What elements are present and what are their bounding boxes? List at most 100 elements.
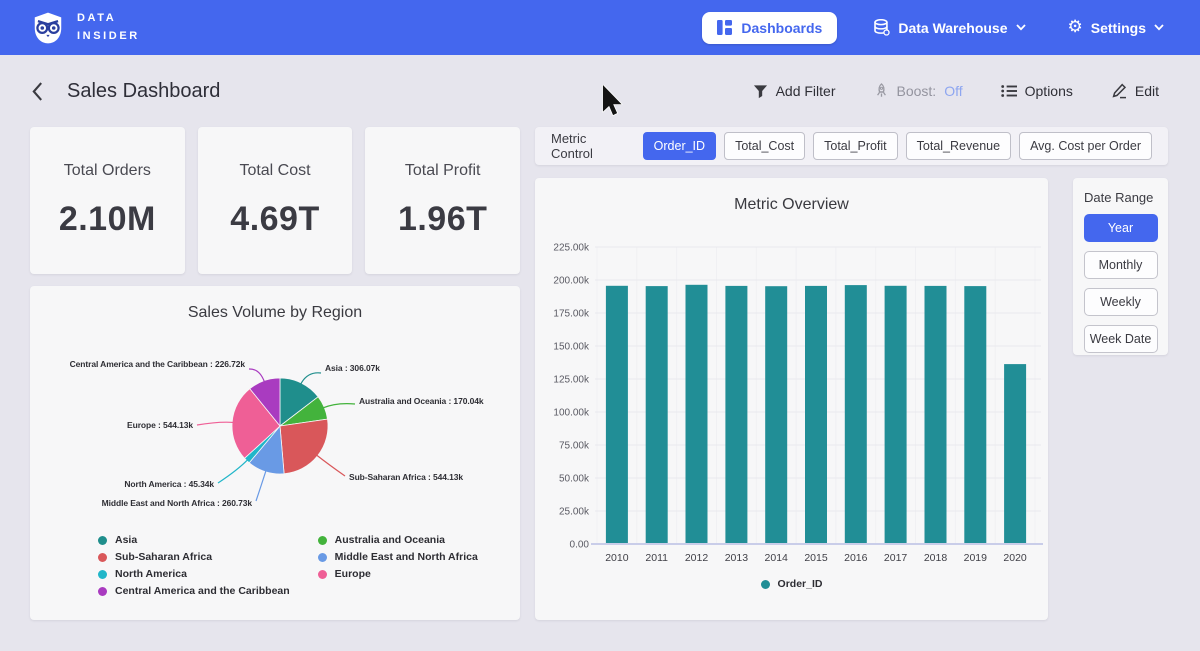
legend-item-asia[interactable]: Asia bbox=[98, 534, 290, 546]
legend-item-middle-east-and-north-africa[interactable]: Middle East and North Africa bbox=[318, 551, 478, 563]
pencil-icon bbox=[1111, 83, 1127, 99]
metric-control-bar: Metric Control Order_IDTotal_CostTotal_P… bbox=[535, 127, 1168, 165]
pie-legend-column: Australia and Oceania Middle East and Nor… bbox=[318, 534, 478, 602]
date-option-weekly[interactable]: Weekly bbox=[1084, 288, 1158, 316]
chevron-left-icon bbox=[32, 82, 43, 101]
pie-callout-line bbox=[322, 404, 355, 408]
legend-dot bbox=[98, 536, 107, 545]
x-tick-label: 2018 bbox=[924, 552, 948, 564]
rocket-icon bbox=[874, 83, 889, 99]
navbar: DATA INSIDER Dashboards D bbox=[0, 0, 1200, 55]
bar-chart-title: Metric Overview bbox=[535, 196, 1048, 214]
metric-option-total-revenue[interactable]: Total_Revenue bbox=[906, 132, 1011, 160]
legend-item-europe[interactable]: Europe bbox=[318, 568, 478, 580]
navbar-menu: Dashboards Data Warehouse ⚙ Settings bbox=[702, 12, 1170, 44]
bar-2016[interactable] bbox=[845, 285, 867, 544]
kpi-label: Total Profit bbox=[405, 162, 481, 180]
bar-2011[interactable] bbox=[646, 286, 668, 544]
legend-dot bbox=[98, 587, 107, 596]
bar-2012[interactable] bbox=[686, 285, 708, 544]
kpi-label: Total Orders bbox=[64, 162, 151, 180]
legend-item-north-america[interactable]: North America bbox=[98, 568, 290, 580]
chevron-down-icon bbox=[1016, 24, 1026, 31]
metric-option-total-profit[interactable]: Total_Profit bbox=[813, 132, 898, 160]
metric-option-order-id[interactable]: Order_ID bbox=[643, 132, 716, 160]
pie-callout-label: Sub-Saharan Africa : 544.13k bbox=[349, 472, 463, 482]
date-range-label: Date Range bbox=[1084, 190, 1168, 205]
legend-item-australia-and-oceania[interactable]: Australia and Oceania bbox=[318, 534, 478, 546]
nav-data-warehouse-button[interactable]: Data Warehouse bbox=[867, 18, 1031, 37]
header-actions: Add Filter Boost: Off Options bbox=[747, 82, 1165, 100]
bar-2017[interactable] bbox=[885, 286, 907, 544]
add-filter-button[interactable]: Add Filter bbox=[747, 82, 842, 100]
y-tick-label: 75.00k bbox=[559, 441, 590, 452]
bar-2015[interactable] bbox=[805, 286, 827, 544]
y-tick-label: 125.00k bbox=[553, 375, 590, 386]
pie-chart-card: Sales Volume by Region Asia : 306.07kAus… bbox=[30, 286, 520, 620]
kpi-card-total-orders: Total Orders 2.10M bbox=[30, 127, 185, 274]
kpi-label: Total Cost bbox=[239, 162, 310, 180]
x-tick-label: 2015 bbox=[804, 552, 828, 564]
date-option-monthly[interactable]: Monthly bbox=[1084, 251, 1158, 279]
nav-data-warehouse-label: Data Warehouse bbox=[898, 20, 1007, 36]
legend-item-order-id[interactable]: Order_ID bbox=[761, 578, 823, 590]
list-options-icon bbox=[1001, 84, 1017, 98]
y-tick-label: 100.00k bbox=[553, 408, 590, 419]
pie-slice-sub-saharan-africa[interactable] bbox=[280, 419, 328, 474]
x-tick-label: 2012 bbox=[685, 552, 709, 564]
pie-chart-svg: Asia : 306.07kAustralia and Oceania : 17… bbox=[30, 331, 520, 566]
bar-chart-card: Metric Overview 225.00k200.00k175.00k150… bbox=[535, 178, 1048, 620]
legend-dot bbox=[318, 553, 327, 562]
kpi-value: 1.96T bbox=[398, 200, 487, 239]
nav-settings-button[interactable]: ⚙ Settings bbox=[1062, 18, 1170, 37]
page-title: Sales Dashboard bbox=[67, 80, 220, 103]
date-option-week-date[interactable]: Week Date bbox=[1084, 325, 1158, 353]
pie-callout-label: Middle East and North Africa : 260.73k bbox=[102, 498, 253, 508]
pie-callout-line bbox=[316, 455, 345, 476]
options-label: Options bbox=[1025, 83, 1073, 99]
bar-2014[interactable] bbox=[765, 286, 787, 544]
x-tick-label: 2020 bbox=[1003, 552, 1027, 564]
boost-label: Boost: bbox=[897, 83, 937, 99]
y-tick-label: 175.00k bbox=[553, 309, 590, 320]
legend-item-central-america-and-the-caribbean[interactable]: Central America and the Caribbean bbox=[98, 585, 290, 597]
y-tick-label: 200.00k bbox=[553, 276, 590, 287]
boost-toggle[interactable]: Boost: Off bbox=[868, 82, 969, 100]
legend-label: Australia and Oceania bbox=[335, 534, 445, 546]
bar-2019[interactable] bbox=[964, 286, 986, 544]
nav-dashboards-button[interactable]: Dashboards bbox=[702, 12, 837, 44]
brand-line2: INSIDER bbox=[77, 28, 140, 45]
x-tick-label: 2017 bbox=[884, 552, 908, 564]
x-tick-label: 2013 bbox=[725, 552, 749, 564]
chevron-down-icon bbox=[1154, 24, 1164, 31]
brand[interactable]: DATA INSIDER bbox=[30, 10, 140, 46]
pie-callout-label: Europe : 544.13k bbox=[127, 420, 193, 430]
bar-2020[interactable] bbox=[1004, 364, 1026, 544]
database-icon bbox=[873, 19, 890, 36]
date-option-year[interactable]: Year bbox=[1084, 214, 1158, 242]
edit-button[interactable]: Edit bbox=[1105, 82, 1165, 100]
y-tick-label: 0.00 bbox=[570, 540, 590, 551]
pie-callout-line bbox=[249, 369, 265, 383]
metric-options: Order_ID Total_Cost Total_Profit Total_Reve… bbox=[643, 132, 1152, 160]
y-tick-label: 150.00k bbox=[553, 342, 590, 353]
bar-2018[interactable] bbox=[925, 286, 947, 544]
legend-item-sub-saharan-africa[interactable]: Sub-Saharan Africa bbox=[98, 551, 290, 563]
x-tick-label: 2011 bbox=[645, 552, 668, 564]
legend-label: Europe bbox=[335, 568, 371, 580]
x-tick-label: 2019 bbox=[964, 552, 988, 564]
funnel-icon bbox=[753, 84, 768, 99]
bar-2010[interactable] bbox=[606, 286, 628, 544]
pie-callout-line bbox=[197, 422, 234, 425]
metric-option-total-cost[interactable]: Total_Cost bbox=[724, 132, 805, 160]
back-button[interactable] bbox=[28, 78, 47, 105]
kpi-value: 2.10M bbox=[59, 200, 156, 239]
y-tick-label: 25.00k bbox=[559, 507, 590, 518]
options-button[interactable]: Options bbox=[995, 82, 1079, 100]
x-tick-label: 2014 bbox=[765, 552, 789, 564]
bar-2013[interactable] bbox=[725, 286, 747, 544]
edit-label: Edit bbox=[1135, 83, 1159, 99]
y-tick-label: 50.00k bbox=[559, 474, 590, 485]
metric-option-avg-cost-per-order[interactable]: Avg. Cost per Order bbox=[1019, 132, 1152, 160]
legend-label: North America bbox=[115, 568, 187, 580]
